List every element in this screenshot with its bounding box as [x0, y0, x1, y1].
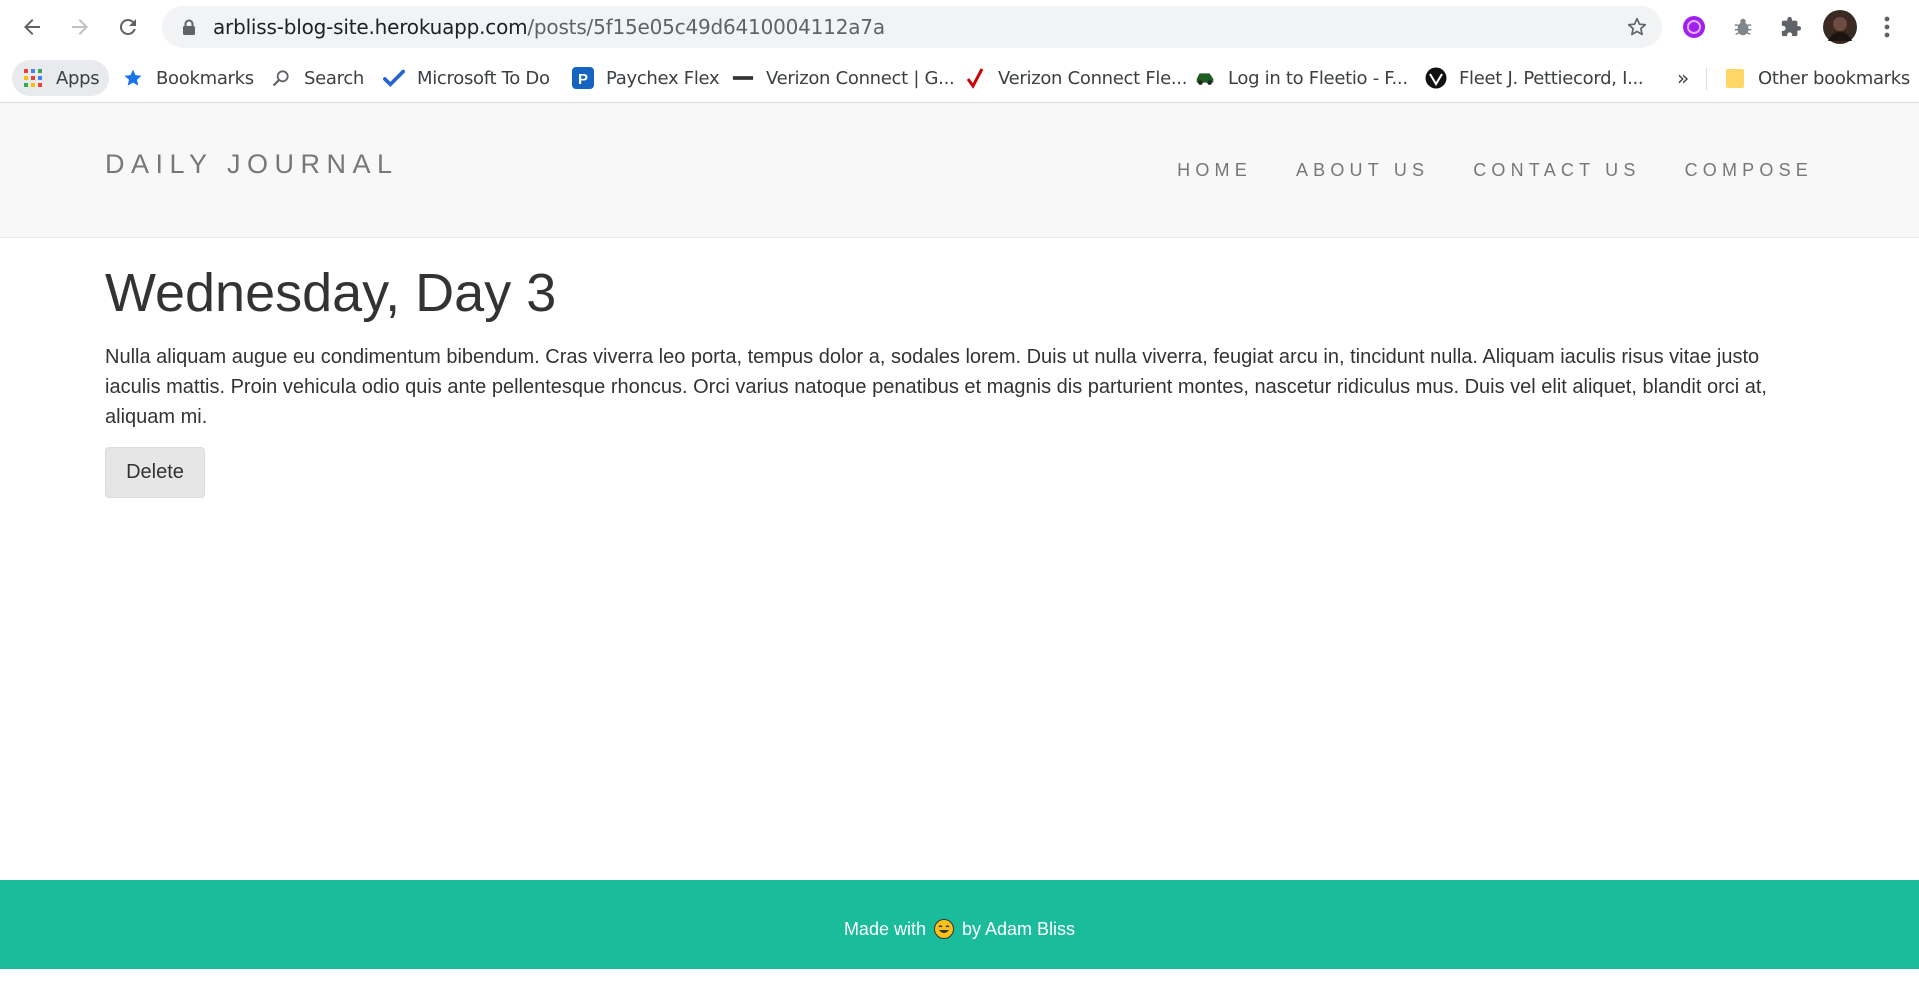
- bookmarks-divider: [1706, 68, 1707, 90]
- bookmark-label: Apps: [56, 67, 100, 89]
- bookmark-label: Microsoft To Do: [417, 67, 550, 89]
- bookmark-bookmarks[interactable]: Bookmarks: [122, 60, 254, 96]
- address-bar[interactable]: arbliss-blog-site.herokuapp.com/posts/5f…: [162, 6, 1662, 48]
- bookmark-label: Bookmarks: [156, 67, 254, 89]
- site-footer: Made with by Adam Bliss: [0, 880, 1919, 969]
- folder-icon: [1724, 67, 1746, 89]
- bookmarks-overflow-button[interactable]: »: [1677, 60, 1689, 96]
- laughing-emoji-icon: [934, 884, 954, 939]
- site-nav: HOME ABOUT US CONTACT US COMPOSE: [1133, 103, 1813, 237]
- bookmark-label: Search: [304, 67, 365, 89]
- footer-prefix: Made with: [843, 919, 926, 939]
- delete-button[interactable]: Delete: [105, 447, 205, 498]
- lock-icon[interactable]: [182, 19, 196, 41]
- site-brand[interactable]: DAILY JOURNAL: [105, 149, 399, 180]
- check-icon: [383, 67, 405, 89]
- svg-text:P: P: [578, 71, 588, 88]
- url-host: arbliss-blog-site.herokuapp.com: [213, 15, 528, 39]
- url-path: /posts/5f15e05c49d6410004112a7a: [527, 15, 885, 39]
- bookmark-label: Fleet J. Pettiecord, I...: [1459, 67, 1644, 89]
- nav-home[interactable]: HOME: [1177, 160, 1252, 181]
- puzzle-icon[interactable]: [1774, 10, 1808, 44]
- site-navbar: DAILY JOURNAL HOME ABOUT US CONTACT US C…: [0, 103, 1919, 238]
- post-body: Nulla aliquam augue eu condimentum biben…: [105, 346, 1767, 428]
- browser-toolbar: arbliss-blog-site.herokuapp.com/posts/5f…: [0, 0, 1919, 54]
- star-icon[interactable]: [1626, 16, 1648, 43]
- paychex-icon: P: [572, 67, 594, 89]
- url-text: arbliss-blog-site.herokuapp.com/posts/5f…: [213, 6, 885, 48]
- bookmark-label: Paychex Flex: [606, 67, 720, 89]
- extension-purple-icon[interactable]: [1677, 10, 1711, 44]
- forward-icon[interactable]: [62, 9, 98, 45]
- bookmark-microsoft-todo[interactable]: Microsoft To Do: [383, 60, 550, 96]
- kebab-menu-icon[interactable]: [1870, 10, 1904, 44]
- verizon-icon: [732, 67, 754, 89]
- bookmark-other-bookmarks[interactable]: Other bookmarks: [1724, 60, 1910, 96]
- nav-contact-us[interactable]: CONTACT US: [1473, 160, 1640, 181]
- avatar[interactable]: [1822, 9, 1858, 45]
- nav-compose[interactable]: COMPOSE: [1685, 160, 1813, 181]
- back-icon[interactable]: [14, 9, 50, 45]
- bookmark-verizon-connect-fle[interactable]: Verizon Connect Fle...: [964, 60, 1187, 96]
- bookmark-fleet-pettiecord[interactable]: Fleet J. Pettiecord, I...: [1425, 60, 1644, 96]
- bookmark-apps[interactable]: Apps: [12, 60, 110, 96]
- star-icon: [122, 67, 144, 89]
- post-title: Wednesday, Day 3: [105, 263, 557, 323]
- apps-grid-icon: [22, 67, 44, 89]
- bookmarks-bar: Apps Bookmarks Search Microsoft To Do P …: [0, 54, 1919, 103]
- bookmark-label: Verizon Connect | G...: [766, 67, 955, 89]
- bug-icon[interactable]: [1726, 10, 1760, 44]
- bookmark-label: Verizon Connect Fle...: [998, 67, 1188, 89]
- car-icon: [1194, 67, 1216, 89]
- nav-about-us[interactable]: ABOUT US: [1296, 160, 1429, 181]
- search-icon: [270, 67, 292, 89]
- bookmark-search[interactable]: Search: [270, 60, 364, 96]
- reload-icon[interactable]: [110, 9, 146, 45]
- red-check-icon: [964, 67, 986, 89]
- footer-suffix: by Adam Bliss: [962, 919, 1076, 939]
- bookmark-label: Other bookmarks: [1758, 67, 1910, 89]
- bookmark-verizon-connect-g[interactable]: Verizon Connect | G...: [732, 60, 955, 96]
- footer-text: Made with by Adam Bliss: [0, 880, 1919, 978]
- bookmark-fleetio[interactable]: Log in to Fleetio - F...: [1194, 60, 1408, 96]
- bookmark-label: Log in to Fleetio - F...: [1228, 67, 1408, 89]
- fleet-logo-icon: [1425, 67, 1447, 89]
- bookmark-paychex[interactable]: P Paychex Flex: [572, 60, 720, 96]
